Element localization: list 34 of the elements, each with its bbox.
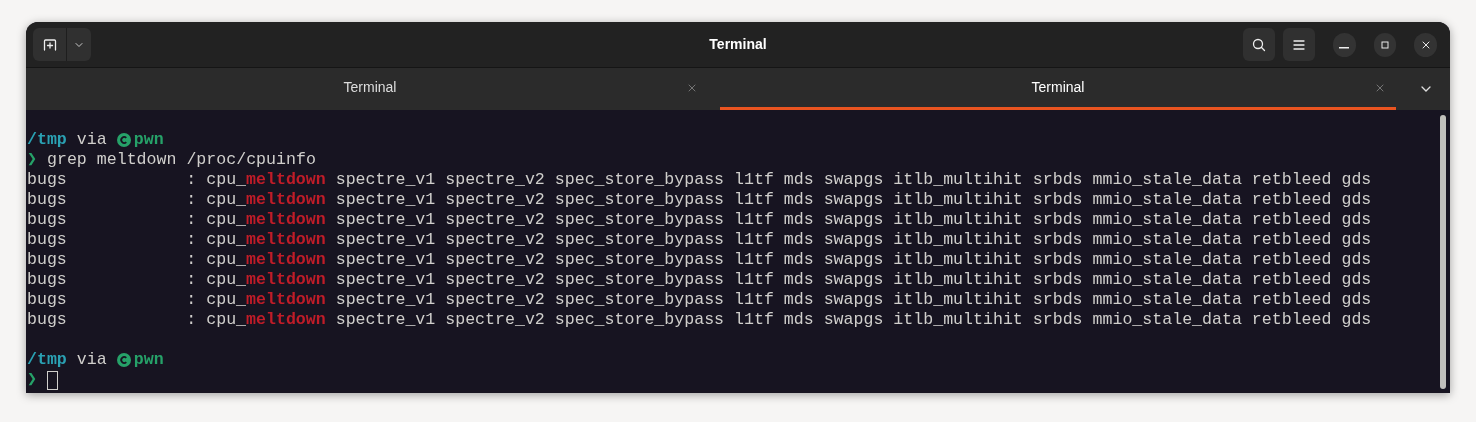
scrollbar[interactable] — [1440, 115, 1446, 389]
close-button[interactable] — [1414, 32, 1437, 57]
output-line: bugs : cpu_meltdown spectre_v1 spectre_v2 spec_store_bypass l1tf mds swapgs itlb_multihit srbds mmio_stale_data retbleed gds — [27, 270, 1372, 290]
output-line: bugs : cpu_meltdown spectre_v1 spectre_v2 spec_store_bypass l1tf mds swapgs itlb_multihit srbds mmio_stale_data retbleed gds — [27, 170, 1372, 190]
directory: /tmp — [27, 130, 67, 150]
new-tab-icon — [41, 36, 58, 53]
window-title: Terminal — [708, 35, 768, 54]
maximize-button[interactable] — [1373, 32, 1397, 57]
via-text: via — [76, 350, 107, 370]
directory: /tmp — [27, 350, 67, 370]
close-icon — [1374, 82, 1386, 94]
maximize-icon — [1379, 38, 1392, 51]
c-language-icon — [116, 353, 131, 367]
c-language-icon — [116, 133, 131, 147]
prompt-symbol: ❯ — [27, 150, 37, 170]
command-text: grep meltdown /proc/cpuinfo — [47, 150, 316, 170]
minimize-button[interactable] — [1333, 32, 1356, 57]
minimize-icon — [1339, 46, 1350, 49]
search-button[interactable] — [1243, 28, 1276, 61]
via-text: via — [76, 130, 107, 150]
output-line: bugs : cpu_meltdown spectre_v1 spectre_v2 spec_store_bypass l1tf mds swapgs itlb_multihit srbds mmio_stale_data retbleed gds — [27, 310, 1372, 330]
environment-name: pwn — [133, 350, 164, 370]
environment-name: pwn — [133, 130, 164, 150]
close-icon — [686, 82, 698, 94]
prompt-symbol: ❯ — [27, 370, 37, 390]
output-line: bugs : cpu_meltdown spectre_v1 spectre_v2 spec_store_bypass l1tf mds swapgs itlb_multihit srbds mmio_stale_data retbleed gds — [27, 250, 1372, 270]
new-tab-split-button[interactable] — [33, 28, 91, 61]
text-cursor — [47, 370, 58, 390]
menu-button[interactable] — [1283, 28, 1316, 61]
output-line: bugs : cpu_meltdown spectre_v1 spectre_v2 spec_store_bypass l1tf mds swapgs itlb_multihit srbds mmio_stale_data retbleed gds — [27, 230, 1372, 250]
output-line: bugs : cpu_meltdown spectre_v1 spectre_v2 spec_store_bypass l1tf mds swapgs itlb_multihit srbds mmio_stale_data retbleed gds — [27, 290, 1372, 310]
output-line: bugs : cpu_meltdown spectre_v1 spectre_v2 spec_store_bypass l1tf mds swapgs itlb_multihit srbds mmio_stale_data retbleed gds — [27, 210, 1372, 230]
output-line: bugs : cpu_meltdown spectre_v1 spectre_v2 spec_store_bypass l1tf mds swapgs itlb_multihit srbds mmio_stale_data retbleed gds — [27, 190, 1372, 210]
search-icon — [1251, 36, 1268, 53]
